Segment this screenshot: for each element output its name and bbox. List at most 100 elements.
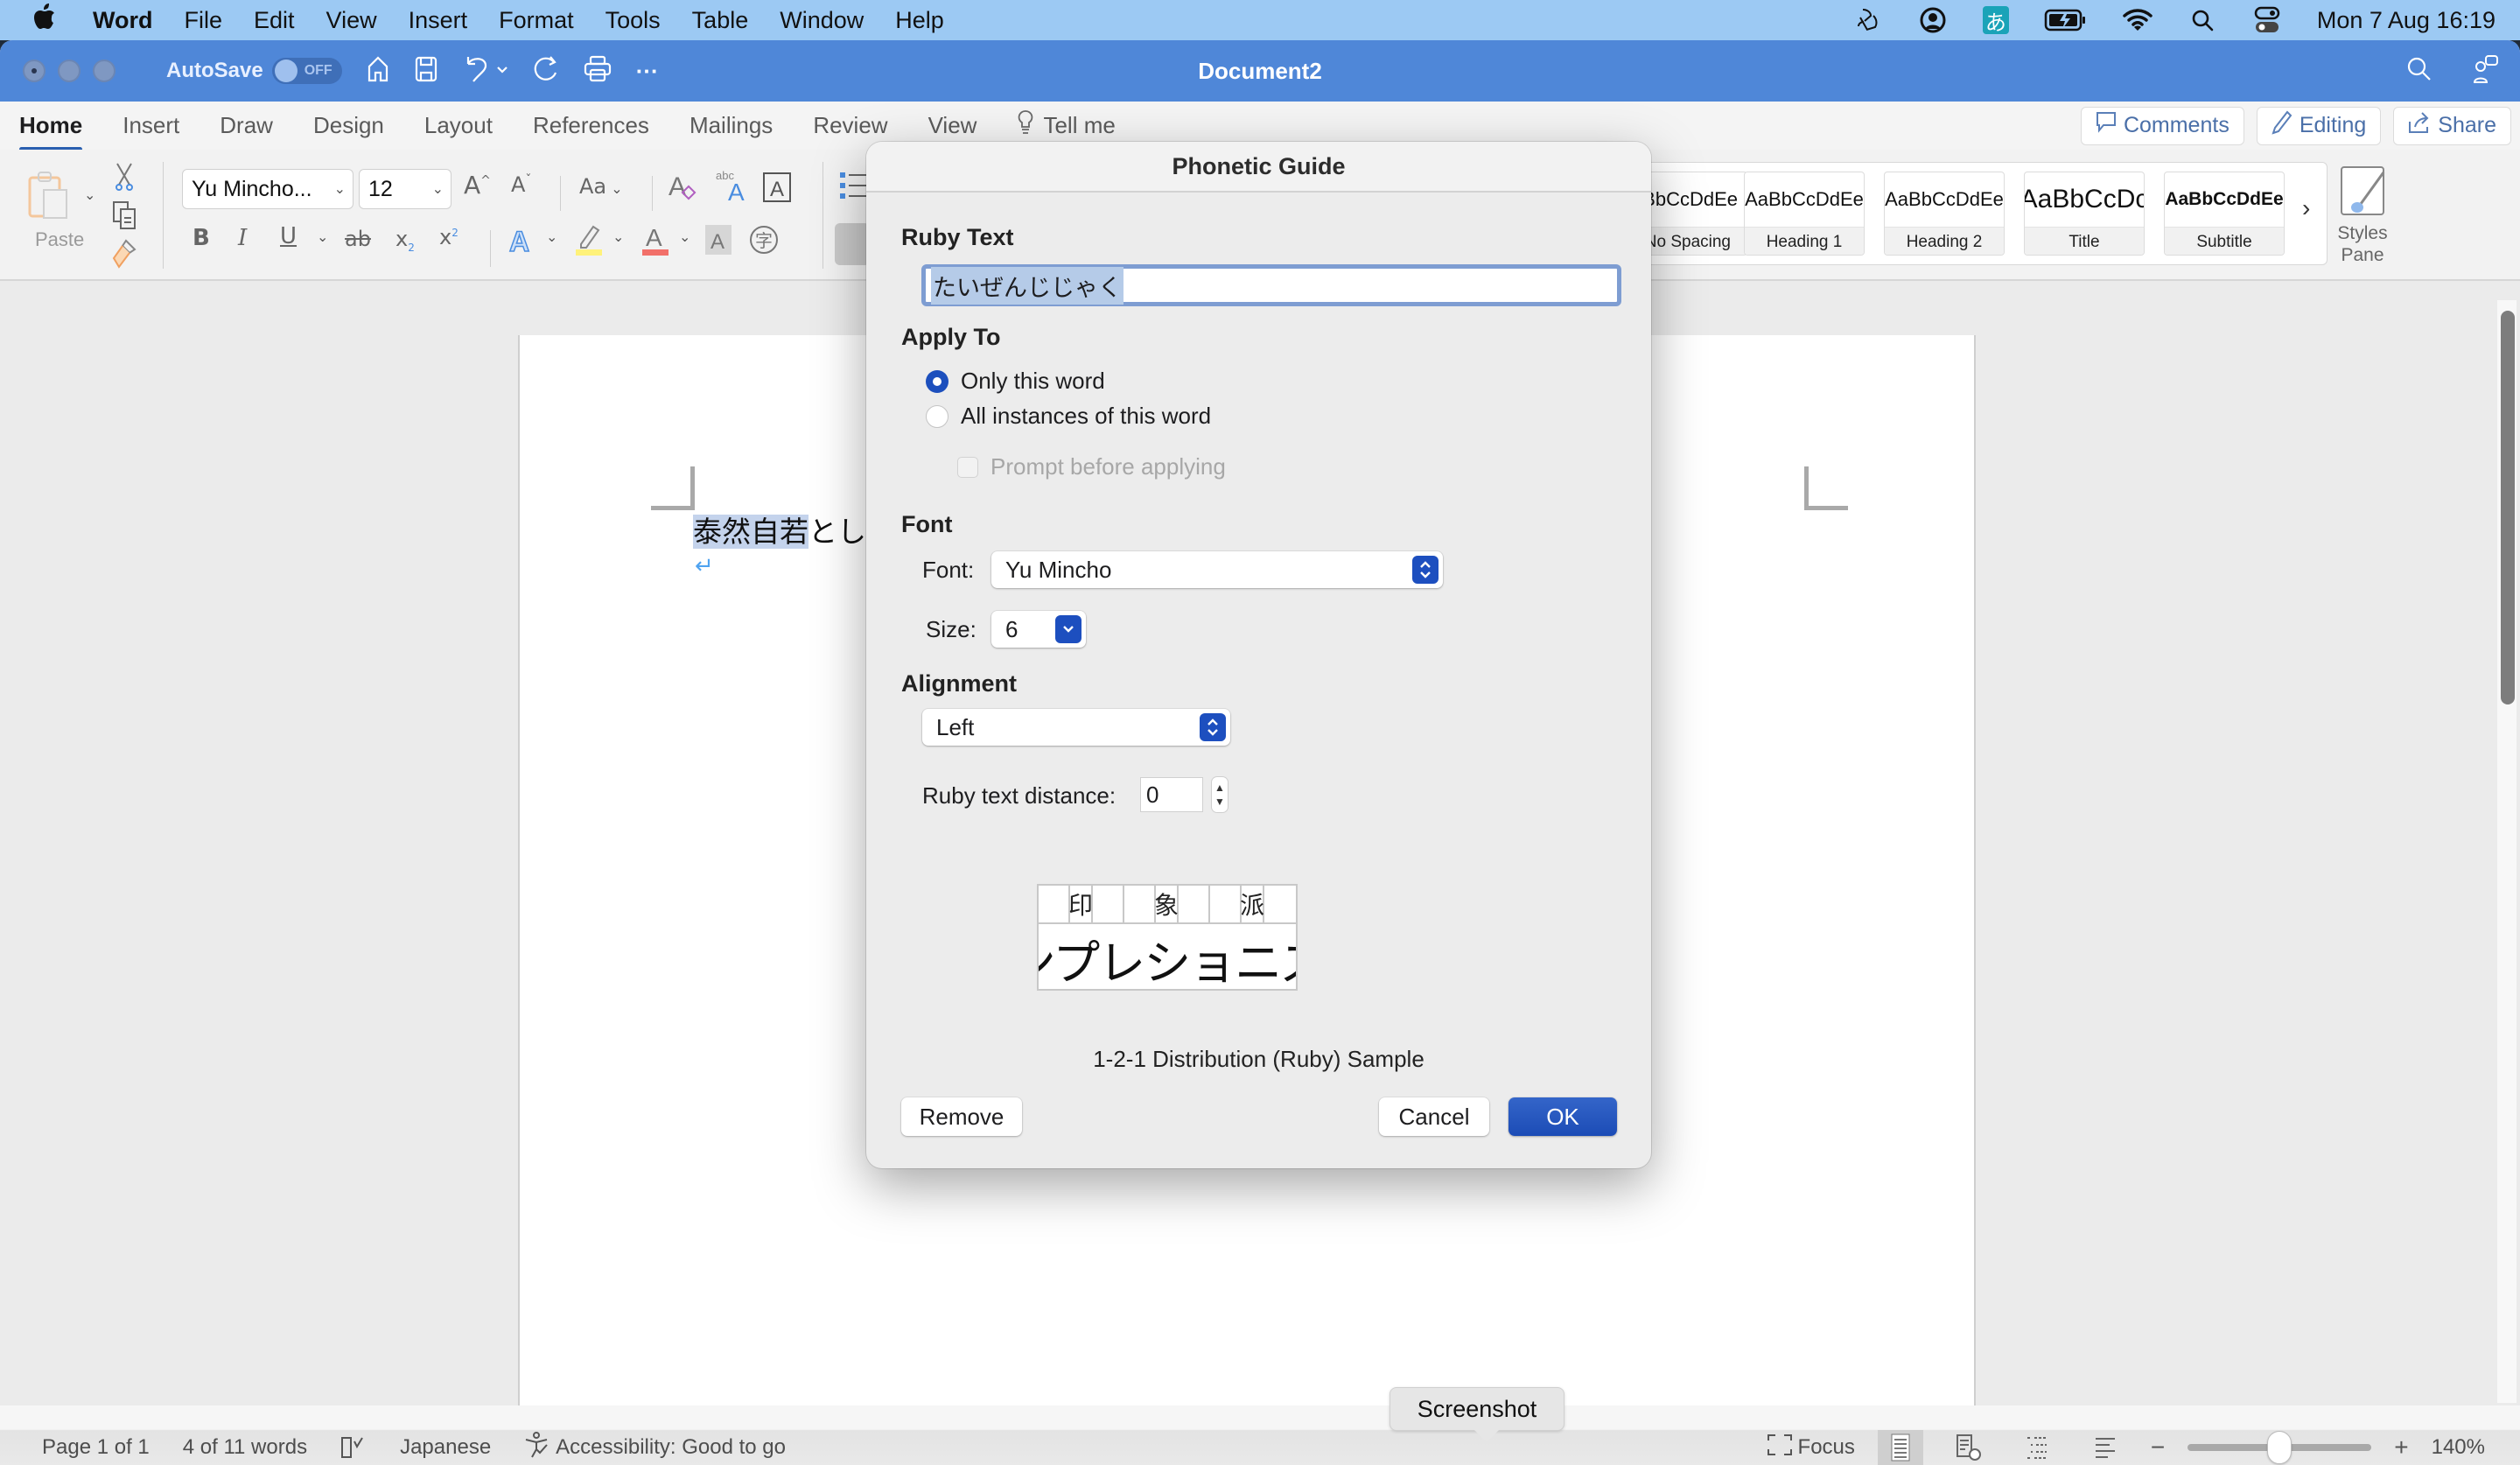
home-icon[interactable] — [367, 55, 389, 87]
radio-only-this-word[interactable]: Only this word — [926, 368, 1105, 395]
decrease-font-size-icon[interactable]: Aˇ — [511, 172, 531, 197]
menu-bar-clock[interactable]: Mon 7 Aug 16:19 — [2317, 7, 2496, 34]
scrollbar-thumb[interactable] — [2501, 311, 2515, 704]
search-document-icon[interactable] — [2406, 56, 2432, 87]
radio-all-instances[interactable]: All instances of this word — [926, 403, 1211, 430]
editing-mode-button[interactable]: Editing — [2256, 106, 2382, 145]
increase-font-size-icon[interactable]: A^ — [464, 171, 491, 200]
ruby-distance-stepper[interactable]: ▲ ▼ — [1212, 777, 1228, 812]
zoom-slider[interactable] — [2188, 1431, 2372, 1464]
tab-insert[interactable]: Insert — [122, 112, 179, 139]
web-layout-view-button[interactable] — [1946, 1430, 1992, 1465]
chevron-down-icon[interactable] — [1055, 615, 1082, 643]
radio-button[interactable] — [926, 404, 948, 428]
style-subtitle[interactable]: AaBbCcDdEe Subtitle — [2164, 172, 2285, 256]
menu-view[interactable]: View — [326, 7, 377, 34]
menu-table[interactable]: Table — [692, 7, 749, 34]
paste-button[interactable] — [26, 169, 79, 226]
ruby-size-combo[interactable]: 6 — [991, 611, 1086, 648]
vertical-scrollbar[interactable] — [2497, 300, 2516, 1403]
control-center-icon[interactable] — [2252, 5, 2282, 35]
page-count[interactable]: Page 1 of 1 — [42, 1435, 150, 1460]
zoom-out-button[interactable]: − — [2151, 1433, 2165, 1461]
spotlight-search-icon[interactable] — [2188, 5, 2217, 35]
tab-home[interactable]: Home — [19, 112, 83, 151]
highlight-color-icon[interactable] — [574, 223, 604, 261]
menu-insert[interactable]: Insert — [409, 7, 468, 34]
styles-pane-button[interactable]: Styles Pane — [2332, 164, 2393, 266]
underline-button[interactable]: U — [280, 223, 297, 249]
alignment-popup[interactable]: Left — [922, 709, 1230, 746]
tab-draw[interactable]: Draw — [220, 112, 273, 139]
more-commands-icon[interactable]: ··· — [636, 58, 659, 85]
accessibility-checker[interactable]: Accessibility: Good to go — [524, 1431, 786, 1465]
styles-gallery-next-icon[interactable]: › — [2302, 194, 2310, 222]
zoom-in-button[interactable]: + — [2394, 1433, 2408, 1461]
paste-options-chevron-icon[interactable]: ⌄ — [84, 186, 95, 204]
bullets-icon[interactable] — [840, 171, 866, 205]
menu-tools[interactable]: Tools — [606, 7, 661, 34]
menu-edit[interactable]: Edit — [254, 7, 295, 34]
text-effects-icon[interactable]: A — [508, 225, 534, 261]
zoom-window-button[interactable] — [93, 60, 116, 82]
style-heading-1[interactable]: AaBbCcDdEe Heading 1 — [1744, 172, 1865, 256]
tell-me-search[interactable]: Tell me — [1017, 109, 1116, 142]
tab-view[interactable]: View — [928, 112, 977, 139]
comments-button[interactable]: Comments — [2080, 106, 2244, 145]
subscript-button[interactable]: x2 — [396, 227, 415, 254]
tab-mailings[interactable]: Mailings — [690, 112, 773, 139]
align-left-button[interactable] — [835, 223, 870, 265]
tab-review[interactable]: Review — [813, 112, 887, 139]
focus-mode-button[interactable]: Focus — [1767, 1433, 1855, 1462]
save-icon[interactable] — [414, 56, 438, 87]
zoom-percentage[interactable]: 140% — [2432, 1435, 2485, 1460]
character-border-icon[interactable]: A — [763, 172, 791, 207]
style-heading-2[interactable]: AaBbCcDdEe Heading 2 — [1884, 172, 2005, 256]
font-size-dropdown[interactable]: 12 ⌄ — [359, 169, 452, 209]
ruby-font-popup[interactable]: Yu Mincho — [991, 551, 1443, 588]
stepper-up-icon[interactable]: ▲ — [1214, 781, 1225, 795]
text-effects-chevron-icon[interactable]: ⌄ — [546, 228, 557, 246]
ruby-distance-input[interactable]: 0 — [1140, 777, 1203, 812]
underline-options-chevron-icon[interactable]: ⌄ — [317, 228, 328, 246]
word-count[interactable]: 4 of 11 words — [183, 1435, 307, 1460]
format-painter-icon[interactable] — [112, 239, 138, 273]
autosave-toggle[interactable]: OFF — [271, 58, 342, 84]
change-case-button[interactable]: Aa ⌄ — [579, 174, 623, 199]
clear-formatting-icon[interactable]: A — [668, 171, 698, 207]
tab-design[interactable]: Design — [313, 112, 384, 139]
user-account-icon[interactable] — [1918, 5, 1948, 35]
menu-app-word[interactable]: Word — [93, 7, 153, 34]
tab-layout[interactable]: Layout — [424, 112, 493, 139]
minimize-window-button[interactable] — [58, 60, 80, 82]
tab-references[interactable]: References — [533, 112, 649, 139]
bold-button[interactable]: B — [192, 225, 210, 251]
outline-view-button[interactable] — [2014, 1430, 2060, 1465]
menu-window[interactable]: Window — [780, 7, 864, 34]
undo-dropdown-icon[interactable] — [496, 63, 508, 79]
superscript-button[interactable]: x2 — [439, 225, 458, 249]
style-title[interactable]: AaBbCcDc Title — [2024, 172, 2145, 256]
menu-format[interactable]: Format — [499, 7, 574, 34]
font-color-icon[interactable]: A — [640, 223, 670, 261]
document-body-text[interactable]: 泰然自若とし — [693, 508, 866, 550]
character-shading-icon[interactable]: A — [705, 225, 732, 259]
undo-icon[interactable] — [463, 55, 489, 88]
selected-text[interactable]: 泰然自若 — [693, 515, 808, 549]
highlight-chevron-icon[interactable]: ⌄ — [612, 228, 624, 246]
redo-icon[interactable] — [533, 55, 559, 88]
remove-button[interactable]: Remove — [901, 1097, 1022, 1136]
ruby-text-input[interactable]: たいぜんじじゃく — [921, 264, 1621, 306]
language-indicator[interactable]: Japanese — [400, 1435, 491, 1460]
cut-icon[interactable] — [114, 162, 135, 196]
battery-charging-icon[interactable] — [2044, 5, 2088, 35]
share-people-icon[interactable] — [2473, 54, 2499, 88]
strikethrough-button[interactable]: ab — [345, 227, 371, 251]
body-text[interactable]: とし — [808, 515, 866, 549]
font-color-chevron-icon[interactable]: ⌄ — [679, 228, 690, 246]
wifi-icon[interactable] — [2123, 5, 2152, 35]
font-name-dropdown[interactable]: Yu Mincho... ⌄ — [182, 169, 354, 209]
close-window-button[interactable] — [23, 60, 46, 82]
input-method-icon[interactable]: あ — [1982, 6, 2009, 35]
zoom-slider-knob[interactable] — [2267, 1431, 2292, 1464]
